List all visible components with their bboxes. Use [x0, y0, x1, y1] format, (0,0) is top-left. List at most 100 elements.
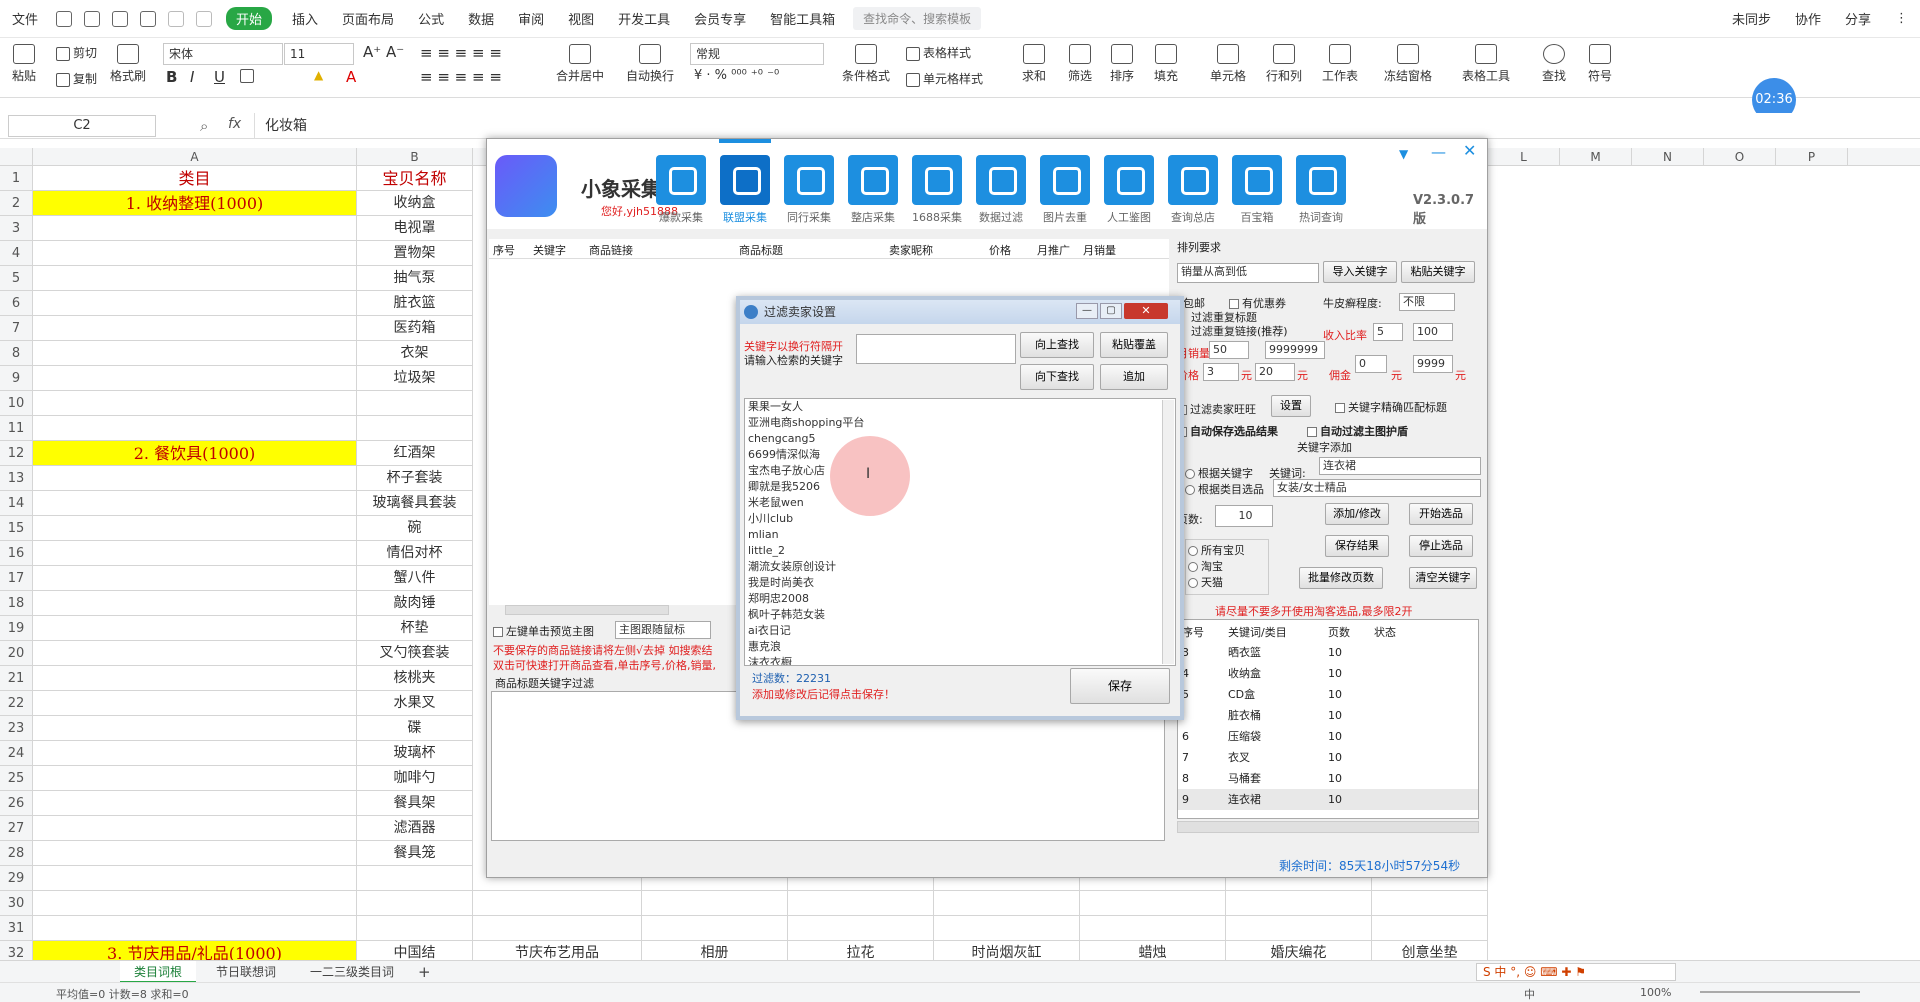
row-number[interactable]: 7 — [0, 316, 33, 341]
paste-cover-button[interactable]: 粘贴覆盖 — [1100, 332, 1168, 358]
cell-b[interactable]: 宝贝名称 — [357, 166, 473, 191]
cell[interactable] — [473, 916, 642, 941]
cell-b[interactable]: 垃圾架 — [357, 366, 473, 391]
keyword-input[interactable]: 连衣裙 — [1319, 457, 1481, 475]
zoom-slider[interactable] — [1700, 991, 1860, 993]
cell[interactable] — [1080, 891, 1226, 916]
tab-member[interactable]: 会员专享 — [682, 9, 758, 28]
cell[interactable] — [934, 916, 1080, 941]
row-number[interactable]: 14 — [0, 491, 33, 516]
row-number[interactable]: 4 — [0, 241, 33, 266]
cell-button[interactable]: 单元格 — [1210, 44, 1246, 84]
row-number[interactable]: 29 — [0, 866, 33, 891]
grid-col-header[interactable]: 卖家昵称 — [889, 242, 933, 258]
cell-b[interactable]: 医药箱 — [357, 316, 473, 341]
kw-row[interactable]: 5 CD盒 10 — [1178, 684, 1478, 705]
row-number[interactable]: 9 — [0, 366, 33, 391]
share-icon[interactable] — [84, 10, 101, 27]
income-min-input[interactable]: 5 — [1373, 323, 1403, 341]
filter-button[interactable]: 筛选 — [1068, 44, 1092, 84]
cell-a[interactable] — [33, 491, 357, 516]
row-number[interactable]: 13 — [0, 466, 33, 491]
row-number[interactable]: 22 — [0, 691, 33, 716]
cell-b[interactable]: 滤酒器 — [357, 816, 473, 841]
grid-col-header[interactable]: 月推广 — [1037, 242, 1070, 258]
seller-list-item[interactable]: 沫衣衣橱 — [745, 655, 1175, 665]
taobao-radio[interactable]: 淘宝 — [1188, 558, 1223, 574]
toolbar-union-collect[interactable]: 联盟采集 — [719, 139, 771, 225]
command-search-input[interactable]: 查找命令、搜索模板 — [853, 7, 982, 30]
preview-icon[interactable] — [140, 10, 157, 27]
cell-a[interactable] — [33, 616, 357, 641]
font-color-icon[interactable]: A — [346, 68, 356, 86]
kw-row[interactable]: 9 连衣裙 10 — [1178, 789, 1478, 810]
cell-b[interactable]: 玻璃杯 — [357, 741, 473, 766]
toolbar-query-shop[interactable]: 查询总店 — [1167, 155, 1219, 225]
cut-button[interactable]: 剪切 — [56, 44, 97, 61]
col-header-m[interactable]: M — [1560, 148, 1632, 166]
toolbar-1688-collect[interactable]: 1688采集 — [911, 155, 963, 225]
row-number[interactable]: 28 — [0, 841, 33, 866]
cell-a[interactable]: 1. 收纳整理(1000) — [33, 191, 357, 216]
toolbar-peer-collect[interactable]: 同行采集 — [783, 155, 835, 225]
cell-b[interactable]: 敲肉锤 — [357, 591, 473, 616]
cell-a[interactable] — [33, 891, 357, 916]
toolbar-treasure-box[interactable]: 百宝箱 — [1231, 155, 1283, 225]
row-number[interactable]: 5 — [0, 266, 33, 291]
file-menu[interactable]: 文件 — [0, 9, 50, 28]
cell-a[interactable] — [33, 266, 357, 291]
dialog-save-button[interactable]: 保存 — [1070, 668, 1170, 704]
close-icon[interactable]: ✕ — [1463, 141, 1476, 160]
row-number[interactable]: 21 — [0, 666, 33, 691]
auto-filter-img-check[interactable]: 自动过滤主图护盾 — [1307, 423, 1408, 439]
paste-button[interactable]: 粘贴 — [12, 44, 36, 84]
row-number[interactable]: 12 — [0, 441, 33, 466]
zoom-level[interactable]: 100% — [1640, 986, 1671, 999]
name-box[interactable]: C2 — [8, 115, 156, 137]
row-number[interactable]: 15 — [0, 516, 33, 541]
start-select-button[interactable]: 开始选品 — [1409, 503, 1473, 525]
cell-b[interactable] — [357, 391, 473, 416]
cell-a[interactable] — [33, 466, 357, 491]
cell[interactable] — [1226, 916, 1372, 941]
col-header-l[interactable]: L — [1488, 148, 1560, 166]
worksheet-button[interactable]: 工作表 — [1322, 44, 1358, 84]
bold-icon[interactable]: B — [166, 68, 177, 86]
stop-select-button[interactable]: 停止选品 — [1409, 535, 1473, 557]
cell-b[interactable]: 置物架 — [357, 241, 473, 266]
cell-b[interactable]: 衣架 — [357, 341, 473, 366]
seller-list-item[interactable]: little_2 — [745, 543, 1175, 559]
cell[interactable] — [642, 916, 788, 941]
cell-a[interactable] — [33, 866, 357, 891]
cell-b[interactable]: 核桃夹 — [357, 666, 473, 691]
cell-b[interactable]: 蟹八件 — [357, 566, 473, 591]
sort-button[interactable]: 排序 — [1110, 44, 1134, 84]
seller-list-scrollbar[interactable] — [1162, 400, 1174, 664]
cell-a[interactable] — [33, 341, 357, 366]
row-number[interactable]: 24 — [0, 741, 33, 766]
filter-dup-link[interactable]: 过滤重复链接(推荐) — [1191, 323, 1288, 339]
cell-a[interactable] — [33, 316, 357, 341]
font-size-select[interactable]: 11 — [284, 43, 354, 65]
cell-b[interactable] — [357, 416, 473, 441]
find-button[interactable]: 查找 — [1542, 44, 1566, 84]
cell-a[interactable]: 类目 — [33, 166, 357, 191]
seller-list-item[interactable]: 枫叶子韩范女装 — [745, 607, 1175, 623]
find-down-button[interactable]: 向下查找 — [1020, 364, 1094, 390]
find-up-button[interactable]: 向上查找 — [1020, 332, 1094, 358]
row-number[interactable]: 26 — [0, 791, 33, 816]
tab-page-layout[interactable]: 页面布局 — [330, 9, 406, 28]
row-number[interactable]: 11 — [0, 416, 33, 441]
grid-col-header[interactable]: 月销量 — [1083, 242, 1116, 258]
cell[interactable] — [788, 916, 934, 941]
cell[interactable] — [642, 891, 788, 916]
sum-button[interactable]: 求和 — [1022, 44, 1046, 84]
row-number[interactable]: 19 — [0, 616, 33, 641]
add-modify-button[interactable]: 添加/修改 — [1325, 503, 1389, 525]
col-header-o[interactable]: O — [1704, 148, 1776, 166]
import-keyword-button[interactable]: 导入关键字 — [1323, 261, 1397, 283]
cell-a[interactable] — [33, 641, 357, 666]
cell[interactable] — [788, 891, 934, 916]
cell-b[interactable]: 抽气泵 — [357, 266, 473, 291]
sheet-tab-2[interactable]: 节日联想词 — [202, 961, 290, 983]
